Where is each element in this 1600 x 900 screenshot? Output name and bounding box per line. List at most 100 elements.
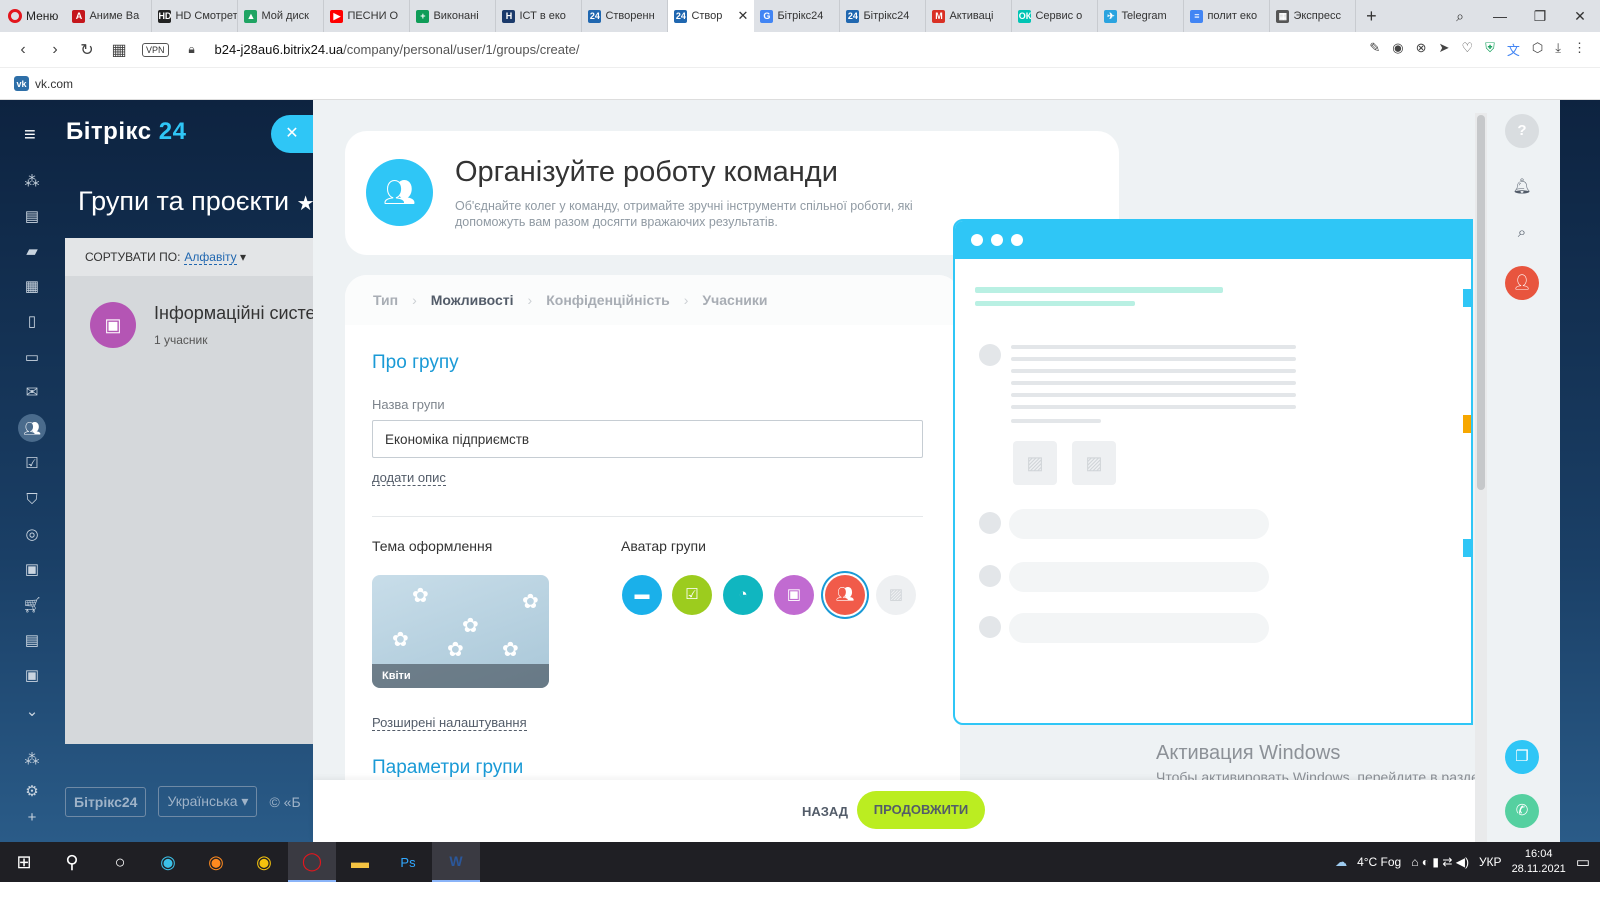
firefox-icon[interactable]: ◉ (192, 842, 240, 882)
tray-icons[interactable]: ⌂ ◐ ▮ ⇄ ◀) (1411, 855, 1469, 869)
new-tab-button[interactable]: + (1356, 6, 1386, 27)
menu-checklist-icon[interactable]: ☑ (22, 454, 42, 474)
more-icon[interactable]: ⋮ (1573, 40, 1586, 59)
bookmark-vk[interactable]: vk.com (35, 77, 73, 91)
avatar-pie-icon[interactable]: ◔ (723, 575, 763, 615)
search-icon[interactable]: ⌕ (1505, 216, 1539, 250)
avatar-briefcase-icon[interactable]: ▣ (774, 575, 814, 615)
step-type[interactable]: Тип (373, 292, 398, 308)
menu-settings-icon[interactable]: ⚙ (22, 782, 42, 802)
vpn-badge[interactable]: VPN (142, 42, 169, 57)
url-field[interactable]: b24-j28au6.bitrix24.ua/company/personal/… (215, 42, 580, 57)
restore-button[interactable]: ❐ (1520, 8, 1560, 25)
browser-tab[interactable]: ≡ полит еко (1184, 0, 1271, 32)
windows-start-icon[interactable]: ⊞ (0, 842, 48, 882)
menu-cart-icon[interactable]: 🛒︎ (22, 596, 42, 616)
menu-tasks-icon[interactable]: ▤ (22, 207, 42, 227)
menu-filter-icon[interactable]: ⛉ (22, 490, 42, 510)
browser-tab[interactable]: 24 Створенн (582, 0, 669, 32)
speed-dial-icon[interactable]: ▦ (110, 40, 128, 60)
language-select[interactable]: Українська ▾ (158, 786, 258, 817)
browser-tab[interactable]: ОК Сервис о (1012, 0, 1099, 32)
browser-tab[interactable]: Н ІСТ в еко (496, 0, 583, 32)
menu-mail-icon[interactable]: ✉ (22, 383, 42, 403)
browser-tab[interactable]: 24 Бітрікс24 (840, 0, 927, 32)
forward-arrow-icon[interactable]: › (46, 41, 64, 59)
star-icon[interactable]: ★ (297, 193, 315, 215)
group-name[interactable]: Інформаційні системи (154, 303, 314, 324)
notifications-icon[interactable]: ▭ (1576, 853, 1590, 871)
close-slider-button[interactable]: ✕ (271, 115, 313, 153)
menu-calendar-icon[interactable]: ▦ (22, 277, 42, 297)
edit-icon[interactable]: ✎ (1369, 40, 1380, 59)
menu-target-icon[interactable]: ◎ (22, 525, 42, 545)
bell-icon[interactable]: 🔔︎ (1505, 170, 1539, 204)
browser-tab[interactable]: 24 Створ ✕ (668, 0, 755, 32)
copy-icon[interactable]: ❐ (1505, 740, 1539, 774)
translate-icon[interactable]: 文 (1507, 40, 1520, 59)
menu-sitemap-icon[interactable]: ⁂ (22, 750, 42, 770)
briefcase-icon[interactable]: ▣ (90, 302, 136, 348)
shield-icon[interactable]: ⛨ (1485, 40, 1495, 59)
browser-tab[interactable]: M Активаці (926, 0, 1013, 32)
word-icon[interactable]: W (432, 842, 480, 882)
bitrix-logo[interactable]: Бітрікс 24 (66, 118, 186, 146)
footer-logo[interactable]: Бітрікс24 (65, 786, 147, 817)
advanced-settings-link[interactable]: Розширені налаштування (372, 714, 527, 732)
menu-window-icon[interactable]: ▣ (22, 560, 42, 580)
search-tabs-icon[interactable]: ⌕ (1440, 8, 1480, 25)
menu-more-icon[interactable]: ⌄ (22, 702, 42, 722)
browser-tab[interactable]: ▦ Экспресс (1270, 0, 1357, 32)
reload-icon[interactable]: ↻ (78, 40, 96, 60)
back-button[interactable]: НАЗАД (790, 798, 860, 826)
menu-feed-icon[interactable]: ⁂ (22, 172, 42, 192)
browser-tab[interactable]: ▲ Мой диск (238, 0, 325, 32)
menu-drive-icon[interactable]: ▭ (22, 348, 42, 368)
file-explorer-icon[interactable]: ▬ (336, 842, 384, 882)
step-privacy[interactable]: Конфіденційність (546, 292, 670, 308)
heart-icon[interactable]: ♡ (1461, 40, 1473, 59)
back-arrow-icon[interactable]: ‹ (14, 41, 32, 59)
menu-groups-icon[interactable]: 👥︎ (18, 414, 46, 442)
send-icon[interactable]: ➤ (1439, 40, 1450, 59)
search-icon[interactable]: ⚲ (48, 842, 96, 882)
camera-icon[interactable]: ◉ (1392, 40, 1403, 59)
sort-dropdown[interactable]: Алфавіту (184, 250, 237, 265)
weather-text[interactable]: 4°C Fog (1357, 855, 1401, 869)
edge-icon[interactable]: ◉ (144, 842, 192, 882)
photoshop-icon[interactable]: Ps (384, 842, 432, 882)
help-icon[interactable]: ? (1505, 114, 1539, 148)
download-icon[interactable]: ⤓ (1555, 40, 1561, 59)
user-avatar-icon[interactable]: 👤︎ (1505, 266, 1539, 300)
continue-button[interactable]: ПРОДОВЖИТИ (857, 791, 985, 829)
browser-tab[interactable]: ✈ Telegram (1098, 0, 1185, 32)
menu-add-icon[interactable]: + (22, 808, 42, 828)
clock[interactable]: 16:04 28.11.2021 (1512, 847, 1566, 877)
menu-documents-icon[interactable]: ▯ (22, 312, 42, 332)
chrome-icon[interactable]: ◉ (240, 842, 288, 882)
step-members[interactable]: Учасники (702, 292, 767, 308)
phone-icon[interactable]: ✆ (1505, 794, 1539, 828)
task-view-icon[interactable]: ○ (96, 842, 144, 882)
browser-tab[interactable]: + Виконані (410, 0, 497, 32)
group-name-input[interactable]: Економіка підприємств (372, 420, 923, 458)
browser-tab[interactable]: ▶ ПЕСНИ О (324, 0, 411, 32)
menu-contacts-icon[interactable]: ▤ (22, 631, 42, 651)
menu-chat-icon[interactable]: ▰ (22, 242, 42, 262)
close-window-button[interactable]: ✕ (1560, 8, 1600, 25)
avatar-upload-icon[interactable]: ▨ (876, 575, 916, 615)
opera-menu-button[interactable]: Меню (0, 0, 66, 32)
keyboard-lang[interactable]: УКР (1479, 855, 1502, 869)
adblock-icon[interactable]: ⊗ (1416, 40, 1427, 59)
avatar-team-icon[interactable]: 👥︎ (825, 575, 865, 615)
scrollbar-thumb[interactable] (1477, 115, 1485, 490)
browser-tab[interactable]: А Аниме Ва (66, 0, 153, 32)
browser-tab[interactable]: G Бітрікс24 (754, 0, 841, 32)
cube-icon[interactable]: ⬡ (1532, 40, 1543, 59)
avatar-folder-icon[interactable]: ▬ (622, 575, 662, 615)
add-description-link[interactable]: додати опис (372, 469, 446, 487)
browser-tab[interactable]: HD HD Смотреть (152, 0, 239, 32)
minimize-button[interactable]: — (1480, 8, 1520, 25)
tab-close-icon[interactable]: ✕ (738, 8, 749, 24)
step-features[interactable]: Можливості (431, 292, 514, 308)
